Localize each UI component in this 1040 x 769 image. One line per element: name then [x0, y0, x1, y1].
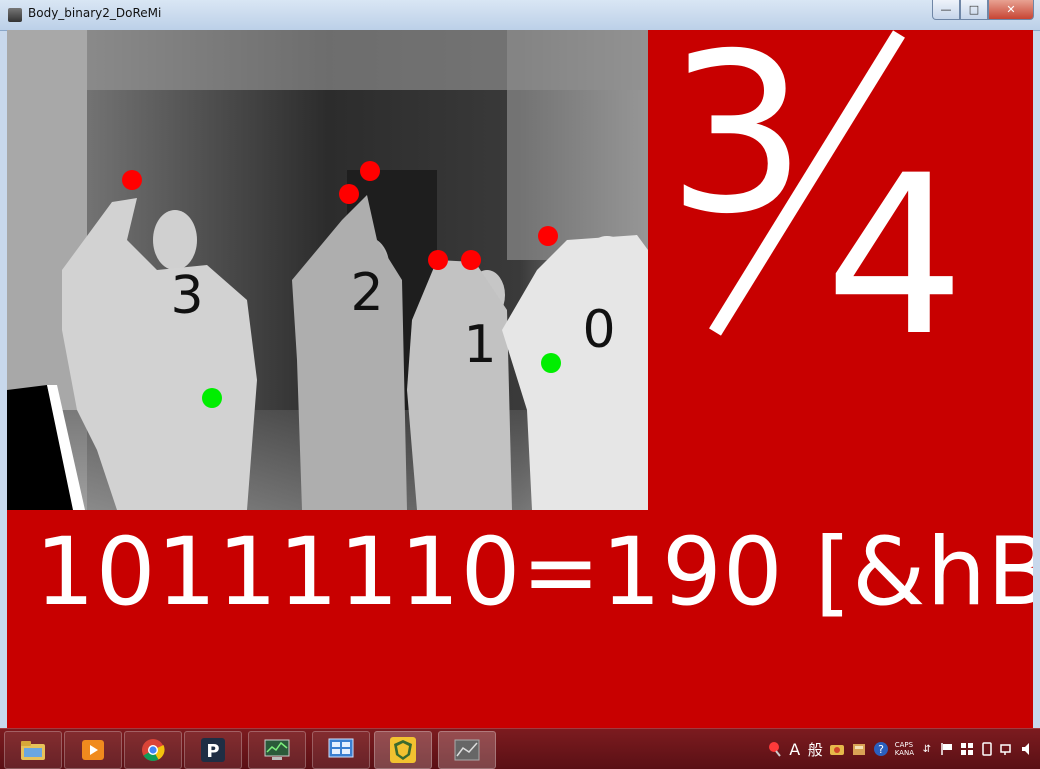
body-binary-app-icon [454, 739, 480, 761]
body-label-1: 1 [463, 315, 496, 375]
caps-label: CAPS [894, 741, 914, 749]
fraction-denominator: 4 [825, 128, 965, 350]
svg-text:P: P [206, 741, 219, 762]
tracking-overlay: 3 2 1 0 [122, 161, 616, 408]
network-icon [328, 738, 354, 758]
chrome-icon [142, 739, 165, 761]
ime-tool-icon[interactable] [829, 740, 845, 758]
hand-raised-marker [428, 250, 448, 270]
taskbar-chrome[interactable] [124, 731, 182, 769]
caps-kana-indicator: CAPS KANA [895, 741, 914, 757]
device-icon[interactable] [980, 740, 994, 758]
p-app-icon: P [201, 738, 225, 762]
hand-raised-marker [461, 250, 481, 270]
kana-label: KANA [894, 749, 914, 757]
taskbar-file-explorer[interactable] [4, 731, 62, 769]
app-window: Body_binary2_DoReMi — □ ✕ 3 2 1 0 3 4 10… [0, 0, 1040, 728]
body-label-0: 0 [582, 300, 615, 360]
fraction-display: 3 4 [667, 30, 965, 350]
system-tray: A 般 ? CAPS KANA ⇵ [768, 729, 1040, 769]
app-icon [8, 8, 22, 22]
title-bar[interactable]: Body_binary2_DoReMi — □ ✕ [0, 0, 1040, 31]
app-canvas: 3 2 1 0 3 4 10111110=190 [&hBE] [7, 30, 1033, 728]
taskbar-network[interactable] [312, 731, 370, 769]
svg-text:?: ? [878, 743, 884, 756]
hand-raised-marker [122, 170, 142, 190]
ime-dictionary-icon[interactable] [851, 740, 867, 758]
maximize-button[interactable]: □ [960, 0, 988, 20]
volume-icon[interactable] [1020, 740, 1034, 758]
hand-lowered-marker [202, 388, 222, 408]
window-title: Body_binary2_DoReMi [28, 6, 162, 20]
media-player-icon [82, 740, 104, 760]
taskbar-task-manager[interactable] [248, 731, 306, 769]
minimize-button[interactable]: — [932, 0, 960, 20]
action-center-flag-icon[interactable] [940, 740, 954, 758]
network-tray-icon[interactable] [1000, 740, 1014, 758]
shield-icon [390, 737, 416, 763]
task-manager-icon [264, 739, 290, 760]
body-label-2: 2 [350, 263, 383, 323]
taskbar-body-binary-app[interactable] [438, 731, 496, 769]
hand-raised-marker [538, 226, 558, 246]
pin-icon[interactable] [768, 740, 782, 758]
binary-readout: 10111110=190 [&hBE] [35, 518, 1033, 627]
taskbar-shield[interactable] [374, 731, 432, 769]
help-icon[interactable]: ? [873, 740, 889, 758]
taskbar: P A 般 ? CAPS KANA ⇵ [0, 728, 1040, 769]
ime-mode-a[interactable]: A [788, 740, 802, 759]
window-controls: — □ ✕ [932, 0, 1034, 20]
body-label-3: 3 [170, 266, 203, 326]
ime-mode-kanji[interactable]: 般 [808, 740, 823, 759]
ime-options-icon[interactable]: ⇵ [920, 740, 934, 758]
hand-lowered-marker [541, 353, 561, 373]
file-explorer-icon [21, 741, 45, 760]
windows-update-icon[interactable] [960, 740, 974, 758]
close-button[interactable]: ✕ [988, 0, 1034, 20]
hand-raised-marker [360, 161, 380, 181]
taskbar-p-app[interactable]: P [184, 731, 242, 769]
taskbar-media-player[interactable] [64, 731, 122, 769]
hand-raised-marker [339, 184, 359, 204]
